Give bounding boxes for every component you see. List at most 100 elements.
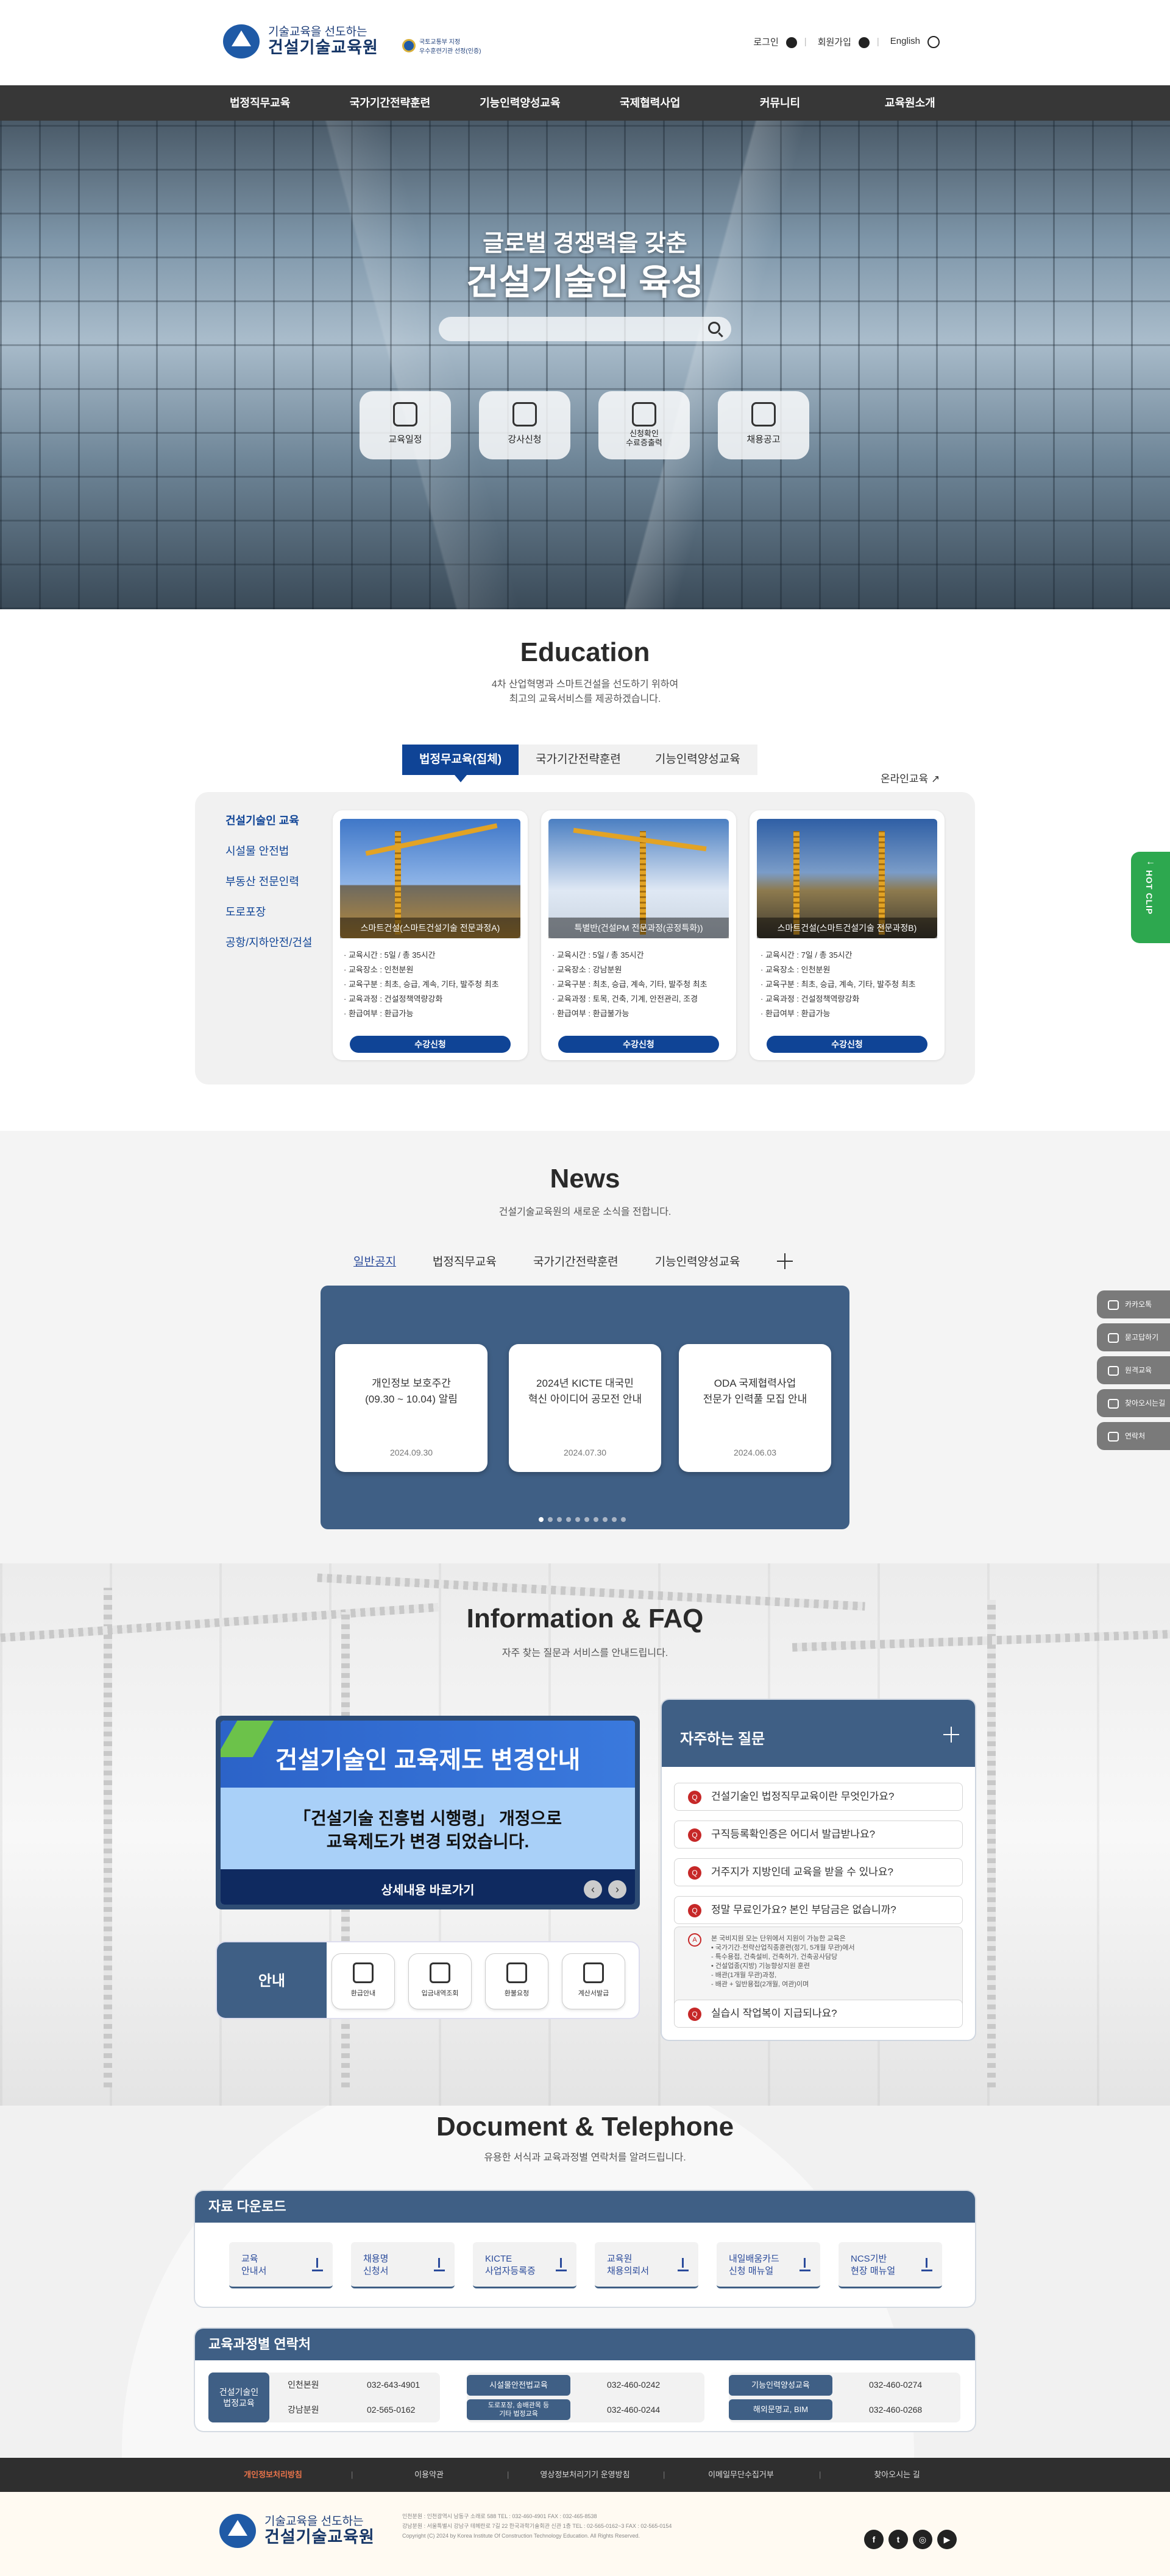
pagination-dot[interactable] bbox=[575, 1517, 580, 1522]
download-panel: 자료 다운로드 교육 안내서 채용명 신청서 KICTE 사업자등록증 교육원 … bbox=[195, 2191, 975, 2307]
side-item[interactable]: 건설기술인 교육 bbox=[213, 805, 323, 836]
pagination-dot[interactable] bbox=[566, 1517, 571, 1522]
online-education-link[interactable]: 온라인교육 ↗ bbox=[881, 770, 940, 785]
english-link[interactable]: English bbox=[887, 35, 940, 48]
faq-item[interactable]: Q 실습시 작업복이 지급되나요? bbox=[674, 2000, 963, 2028]
download-item[interactable]: KICTE 사업자등록증 bbox=[473, 2242, 576, 2288]
contact-phone[interactable]: 032-460-0268 bbox=[869, 2397, 922, 2422]
footer-link[interactable]: 개인정보처리방침 bbox=[195, 2458, 351, 2492]
enroll-button[interactable]: 수강신청 bbox=[767, 1036, 927, 1053]
enroll-button[interactable]: 수강신청 bbox=[350, 1036, 511, 1053]
pagination-dot[interactable] bbox=[557, 1517, 562, 1522]
pagination-dot[interactable] bbox=[584, 1517, 589, 1522]
guide-item-deposit[interactable]: 입금내역조회 bbox=[408, 1953, 472, 2009]
download-item[interactable]: NCS기반 현장 매뉴얼 bbox=[838, 2242, 942, 2288]
download-icon bbox=[678, 2258, 689, 2271]
download-item[interactable]: 채용명 신청서 bbox=[351, 2242, 455, 2288]
nav-item[interactable]: 커뮤니티 bbox=[715, 85, 845, 121]
side-menu-remote[interactable]: 원격교육 bbox=[1097, 1356, 1170, 1384]
quick-link-schedule[interactable]: 교육일정 bbox=[360, 391, 451, 459]
twitter-icon[interactable]: t bbox=[888, 2530, 908, 2549]
plus-icon[interactable] bbox=[776, 1253, 793, 1269]
chevron-right-icon[interactable]: › bbox=[608, 1880, 626, 1898]
nav-item[interactable]: 국제협력사업 bbox=[585, 85, 715, 121]
tab-skill-training[interactable]: 기능인력양성교육 bbox=[655, 1253, 740, 1269]
side-item[interactable]: 부동산 전문인력 bbox=[213, 866, 323, 897]
tab-national-strategy[interactable]: 국가기간전략훈련 bbox=[519, 745, 638, 775]
quick-link-lecturer[interactable]: 강사신청 bbox=[479, 391, 570, 459]
guide-item-invoice[interactable]: 계산서발급 bbox=[562, 1953, 625, 2009]
footer-link[interactable]: 찾아오시는 길 bbox=[819, 2458, 975, 2492]
side-item[interactable]: 공항/지하안전/건설 bbox=[213, 927, 323, 958]
contact-phone[interactable]: 02-565-0162 bbox=[367, 2397, 415, 2422]
side-menu-location[interactable]: 찾아오시는길 bbox=[1097, 1389, 1170, 1417]
utility-menu: 로그인 | 회원가입 | English bbox=[746, 35, 943, 49]
course-caption: 스마트건설(스마트건설기술 전문과정B) bbox=[757, 918, 937, 938]
faq-item[interactable]: Q 건설기술인 법정직무교육이란 무엇인가요? bbox=[674, 1783, 963, 1811]
tab-general-notice[interactable]: 일반공지 bbox=[353, 1253, 396, 1269]
contact-name: 기능인력양성교육 bbox=[729, 2375, 832, 2396]
course-card[interactable]: 특별반(건설PM 전문과정(공정특화)) 교육시간 : 5일 / 총 35시간 … bbox=[541, 810, 736, 1060]
tab-statutory[interactable]: 법정직무교육 bbox=[433, 1253, 497, 1269]
contact-phone[interactable]: 032-643-4901 bbox=[367, 2373, 420, 2397]
tab-national-strategy[interactable]: 국가기간전략훈련 bbox=[533, 1253, 619, 1269]
footer-link[interactable]: 이메일무단수집거부 bbox=[663, 2458, 819, 2492]
pagination-dot[interactable] bbox=[603, 1517, 608, 1522]
course-card[interactable]: 스마트건설(스마트건설기술 전문과정A) 교육시간 : 5일 / 총 35시간 … bbox=[333, 810, 528, 1060]
search-input[interactable] bbox=[439, 317, 731, 341]
faq-item[interactable]: Q 정말 무료인가요? 본인 부담금은 없습니까? bbox=[674, 1896, 963, 1924]
footer-link[interactable]: 이용약관 bbox=[351, 2458, 507, 2492]
guide-item-refund[interactable]: 환급안내 bbox=[332, 1953, 395, 2009]
news-card[interactable]: 2024년 KICTE 대국민 혁신 아이디어 공모전 안내 2024.07.3… bbox=[509, 1344, 661, 1472]
side-item[interactable]: 도로포장 bbox=[213, 897, 323, 927]
footer-address: 강남분원 : 서울특별시 강남구 테헤란로 7길 22 한국과학기술회관 신관 … bbox=[402, 2523, 672, 2529]
side-menu-kakao[interactable]: 카카오톡 bbox=[1097, 1290, 1170, 1318]
pagination-dot[interactable] bbox=[548, 1517, 553, 1522]
banner-detail-link[interactable]: 상세내용 바로가기 bbox=[221, 1880, 635, 1898]
course-card[interactable]: 스마트건설(스마트건설기술 전문과정B) 교육시간 : 7일 / 총 35시간 … bbox=[750, 810, 945, 1060]
side-menu-qna[interactable]: 묻고답하기 bbox=[1097, 1323, 1170, 1351]
youtube-icon[interactable]: ▶ bbox=[937, 2530, 957, 2549]
notice-banner[interactable]: 건설기술인 교육제도 변경안내 「건설기술 진흥법 시행령」 개정으로 교육제도… bbox=[216, 1716, 640, 1909]
download-item[interactable]: 교육 안내서 bbox=[229, 2242, 333, 2288]
pagination-dot[interactable] bbox=[539, 1517, 544, 1522]
contact-name: 시설물안전법교육 bbox=[467, 2375, 570, 2396]
certificate-icon bbox=[632, 402, 656, 426]
search-icon[interactable] bbox=[708, 322, 720, 334]
footer-link[interactable]: 영상정보처리기기 운영방침 bbox=[507, 2458, 663, 2492]
nav-item[interactable]: 교육원소개 bbox=[845, 85, 975, 121]
contact-phone[interactable]: 032-460-0274 bbox=[869, 2373, 922, 2397]
hot-clip-tab[interactable]: ← HOT CLIP bbox=[1131, 852, 1170, 943]
tab-statutory[interactable]: 법정무교육(집체) bbox=[402, 745, 519, 782]
faq-item[interactable]: Q 거주지가 지방인데 교육을 받을 수 있나요? bbox=[674, 1858, 963, 1886]
tab-skill-training[interactable]: 기능인력양성교육 bbox=[637, 745, 757, 775]
footer-logo[interactable]: 기술교육을 선도하는 건설기술교육원 bbox=[219, 2514, 375, 2548]
join-link[interactable]: 회원가입 bbox=[814, 35, 870, 49]
site-logo[interactable]: 기술교육을 선도하는 건설기술교육원 bbox=[223, 24, 378, 58]
download-item[interactable]: 교육원 채용의뢰서 bbox=[595, 2242, 698, 2288]
contact-phone[interactable]: 032-460-0242 bbox=[607, 2373, 660, 2397]
plus-icon[interactable] bbox=[943, 1727, 959, 1743]
pagination-dot[interactable] bbox=[594, 1517, 598, 1522]
download-item[interactable]: 내일배움카드 신청 매뉴얼 bbox=[717, 2242, 820, 2288]
pagination-dot[interactable] bbox=[612, 1517, 617, 1522]
quick-link-certificate[interactable]: 신청확인 수료증출력 bbox=[598, 391, 690, 459]
guide-label: 안내 bbox=[217, 1942, 327, 2018]
news-card[interactable]: ODA 국제협력사업 전문가 인력풀 모집 안내 2024.06.03 bbox=[679, 1344, 831, 1472]
nav-item[interactable]: 기능인력양성교육 bbox=[455, 85, 585, 121]
nav-item[interactable]: 국가기간전략훈련 bbox=[325, 85, 455, 121]
enroll-button[interactable]: 수강신청 bbox=[558, 1036, 719, 1053]
quick-link-recruit[interactable]: 채용공고 bbox=[718, 391, 809, 459]
nav-item[interactable]: 법정직무교육 bbox=[195, 85, 325, 121]
side-item[interactable]: 시설물 안전법 bbox=[213, 836, 323, 866]
login-link[interactable]: 로그인 bbox=[750, 35, 797, 49]
chevron-left-icon[interactable]: ‹ bbox=[584, 1880, 602, 1898]
faq-item[interactable]: Q 구직등록확인증은 어디서 발급받나요? bbox=[674, 1821, 963, 1849]
facebook-icon[interactable]: f bbox=[864, 2530, 884, 2549]
contact-phone[interactable]: 032-460-0244 bbox=[607, 2397, 660, 2422]
news-card[interactable]: 개인정보 보호주간 (09.30 ~ 10.04) 알림 2024.09.30 bbox=[335, 1344, 488, 1472]
pagination-dot[interactable] bbox=[621, 1517, 626, 1522]
guide-item-refund-request[interactable]: 환불요청 bbox=[485, 1953, 548, 2009]
side-menu-contact[interactable]: 연락처 bbox=[1097, 1422, 1170, 1450]
instagram-icon[interactable]: ◎ bbox=[913, 2530, 932, 2549]
